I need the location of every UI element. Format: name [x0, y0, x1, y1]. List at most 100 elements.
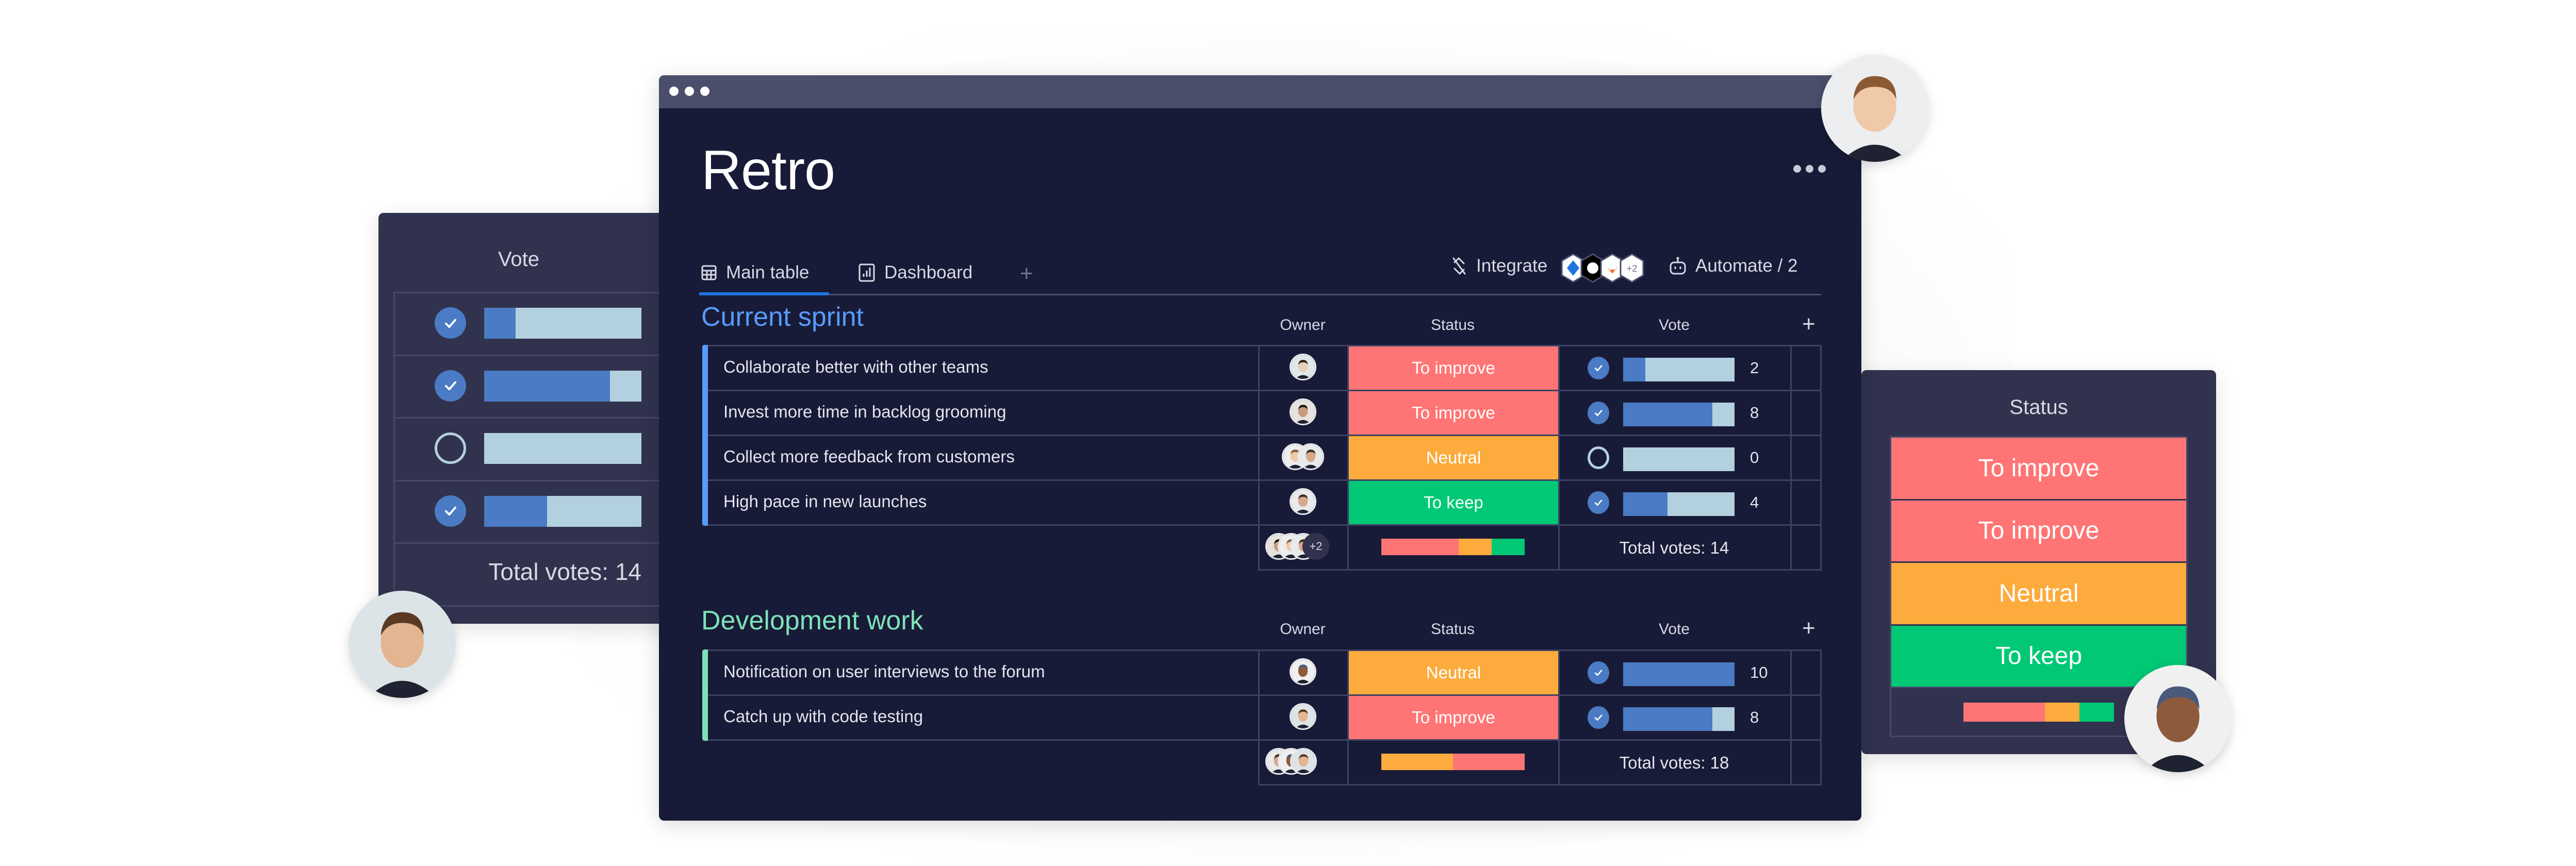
vote-checked-icon[interactable]: [1588, 491, 1609, 514]
vote-progress-bar: [1623, 662, 1735, 686]
status-distribution-segment: [1459, 539, 1492, 555]
vote-progress-bar: [484, 495, 641, 527]
vote-progress-fill: [1623, 492, 1668, 516]
tab-dashboard[interactable]: Dashboard: [858, 260, 972, 286]
vote-checked-icon[interactable]: [435, 495, 466, 527]
more-owners-badge[interactable]: +2: [1302, 533, 1329, 560]
owner-avatar[interactable]: [1289, 398, 1316, 425]
automate-button[interactable]: Automate / 2: [1669, 253, 1797, 279]
board-title: Retro: [701, 139, 835, 201]
vote-progress-fill: [484, 370, 610, 402]
tab-main-table[interactable]: Main table: [701, 260, 809, 286]
window-dot-icon[interactable]: [685, 87, 694, 96]
vote-progress-bar: [1623, 358, 1735, 381]
total-votes: Total votes: 14: [1619, 538, 1729, 557]
dot-icon: [1818, 165, 1826, 173]
status-distribution-segment: [2044, 703, 2079, 722]
group-title[interactable]: Current sprint: [701, 304, 864, 330]
column-header-vote[interactable]: Vote: [1558, 317, 1790, 334]
owner-avatar[interactable]: [1289, 488, 1316, 515]
vote-checked-icon[interactable]: [435, 307, 466, 339]
automate-label: Automate / 2: [1695, 256, 1798, 276]
vote-checked-icon[interactable]: [1588, 357, 1609, 379]
svg-text:+2: +2: [1627, 263, 1638, 274]
owner-avatar[interactable]: [1289, 354, 1316, 380]
status-label[interactable]: To keep: [1891, 625, 2186, 687]
person-photo: [1298, 445, 1323, 469]
vote-checked-icon[interactable]: [1588, 661, 1609, 684]
vote-panel-title: Vote: [498, 248, 540, 271]
status-label[interactable]: To improve: [1349, 696, 1558, 739]
status-label[interactable]: To improve: [1349, 391, 1558, 435]
status-panel-title: Status: [2009, 396, 2068, 419]
column-header-status[interactable]: Status: [1347, 621, 1558, 638]
item-name[interactable]: Invest more time in backlog grooming: [723, 402, 1006, 422]
status-distribution-segment: [2079, 703, 2114, 722]
row-divider: [393, 479, 667, 481]
vote-checked-icon[interactable]: [1588, 706, 1609, 729]
vote-progress-bar: [1623, 403, 1735, 426]
vote-checked-icon[interactable]: [1588, 402, 1609, 424]
item-name[interactable]: Catch up with code testing: [723, 707, 923, 726]
row-divider: [702, 524, 1822, 526]
chart-icon: [858, 263, 875, 282]
vote-progress-fill: [1623, 707, 1712, 731]
window-dot-icon[interactable]: [669, 87, 679, 96]
vote-progress-bar: [484, 370, 641, 402]
column-header-owner[interactable]: Owner: [1258, 317, 1347, 334]
dot-icon: [1793, 165, 1801, 173]
column-divider: [393, 292, 395, 605]
person-photo: [349, 591, 456, 698]
item-name[interactable]: High pace in new launches: [723, 492, 927, 511]
status-label[interactable]: Neutral: [1891, 563, 2186, 624]
status-label[interactable]: Neutral: [1349, 436, 1558, 479]
status-label[interactable]: To keep: [1349, 481, 1558, 524]
row-divider: [1258, 784, 1822, 786]
avatar-left: [349, 591, 456, 698]
add-column-button[interactable]: +: [1802, 615, 1815, 641]
vote-unchecked-icon[interactable]: [435, 432, 466, 464]
vote-count: 2: [1750, 359, 1759, 377]
more-options-button[interactable]: [1793, 165, 1829, 175]
row-divider: [393, 354, 667, 356]
status-label[interactable]: To improve: [1891, 500, 2186, 561]
item-name[interactable]: Collaborate better with other teams: [723, 357, 988, 377]
more-integrations-badge[interactable]: +2: [1619, 253, 1645, 283]
check-icon: [444, 381, 456, 391]
column-header-owner[interactable]: Owner: [1258, 621, 1347, 638]
vote-checked-icon[interactable]: [435, 370, 466, 402]
column-header-vote[interactable]: Vote: [1558, 621, 1790, 638]
column-header-status[interactable]: Status: [1347, 317, 1558, 334]
row-divider: [393, 292, 667, 293]
vote-count: 0: [1750, 448, 1759, 467]
person-photo: [1291, 490, 1315, 513]
person-photo: [1291, 705, 1315, 728]
vote-progress-fill: [1623, 662, 1735, 686]
owner-avatar[interactable]: [1289, 658, 1316, 685]
item-name[interactable]: Notification on user interviews to the f…: [723, 662, 1045, 681]
item-name[interactable]: Collect more feedback from customers: [723, 447, 1015, 467]
person-photo: [1291, 400, 1315, 424]
vote-progress-bar: [484, 433, 641, 464]
add-column-button[interactable]: +: [1802, 311, 1815, 337]
integrate-button[interactable]: Integrate: [1450, 253, 1547, 279]
person-photo: [1292, 750, 1315, 773]
check-icon: [1594, 670, 1603, 676]
vote-progress-bar: [484, 308, 641, 339]
avatar-bottom-right: [2124, 665, 2232, 772]
owner-avatar[interactable]: [1297, 443, 1324, 470]
window-dot-icon[interactable]: [700, 87, 709, 96]
person-photo: [1291, 660, 1315, 684]
person-photo: [1821, 55, 1928, 162]
add-view-button[interactable]: +: [1020, 261, 1033, 287]
status-distribution-segment: [1963, 703, 2045, 722]
status-label[interactable]: Neutral: [1349, 651, 1558, 694]
owner-avatar[interactable]: [1289, 703, 1316, 730]
vote-unchecked-icon[interactable]: [1588, 446, 1609, 469]
status-label[interactable]: To improve: [1349, 346, 1558, 390]
group-title[interactable]: Development work: [701, 607, 923, 634]
vote-progress-fill: [484, 495, 547, 527]
table-icon: [701, 265, 717, 280]
status-label[interactable]: To improve: [1891, 438, 2186, 499]
vote-progress-fill: [1623, 403, 1712, 426]
